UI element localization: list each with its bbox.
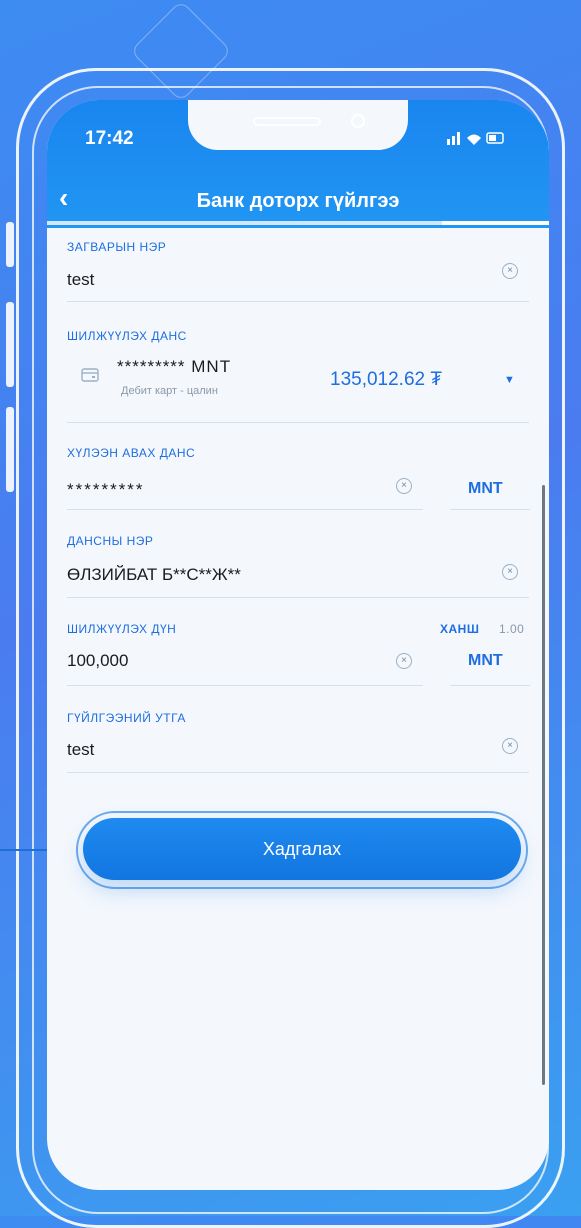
status-signal-wifi-battery-icon — [447, 130, 507, 149]
phone-side-button — [6, 407, 14, 492]
from-account-description: Дебит карт - цалин — [121, 385, 218, 397]
amount-currency[interactable]: MNT — [468, 652, 503, 670]
exchange-rate-label: ХАНШ — [440, 622, 480, 636]
divider — [67, 422, 529, 423]
camera-icon — [351, 114, 365, 128]
description-input[interactable]: test — [67, 740, 94, 760]
amount-input[interactable]: 100,000 — [67, 651, 128, 671]
template-name-input[interactable]: test — [67, 270, 94, 290]
divider — [67, 597, 529, 598]
clear-amount-icon[interactable]: × — [396, 653, 412, 669]
divider — [67, 301, 529, 302]
page-title: Банк доторх гүйлгээ — [196, 190, 400, 212]
status-time: 17:42 — [85, 128, 134, 149]
clear-to-account-icon[interactable]: × — [396, 478, 412, 494]
app-header: 17:42 ‹ Банк доторх гүйлгээ — [47, 100, 549, 228]
divider — [450, 509, 530, 510]
divider — [67, 685, 423, 686]
exchange-rate-value: 1.00 — [499, 622, 525, 636]
from-account-balance: 135,012.62 ₮ — [330, 369, 442, 390]
account-name-label: ДАНСНЫ НЭР — [67, 534, 154, 548]
to-account-currency[interactable]: MNT — [468, 480, 503, 498]
chevron-down-icon[interactable]: ▼ — [504, 374, 515, 386]
description-label: ГҮЙЛГЭЭНИЙ УТГА — [67, 711, 186, 725]
clear-template-name-icon[interactable]: × — [502, 263, 518, 279]
save-button[interactable]: Хадгалах — [83, 818, 521, 880]
from-account-label: ШИЛЖҮҮЛЭХ ДАНС — [67, 329, 187, 343]
phone-screen: 17:42 ‹ Банк доторх гүйлгээ ЗАГВАРЫН НЭР… — [47, 100, 549, 1190]
scrollbar[interactable] — [542, 485, 545, 1085]
account-name-field: ӨЛЗИЙБАТ Б**С**Ж** — [67, 565, 241, 584]
phone-side-button — [6, 302, 14, 387]
header-underline-active — [442, 221, 549, 225]
card-icon — [81, 367, 99, 388]
clear-account-name-icon[interactable]: × — [502, 564, 518, 580]
divider — [67, 772, 529, 773]
amount-label: ШИЛЖҮҮЛЭХ ДҮН — [67, 622, 177, 636]
speaker-icon — [253, 117, 321, 126]
clear-description-icon[interactable]: × — [502, 738, 518, 754]
from-account-selector[interactable]: ********* MNT Дебит карт - цалин 135,012… — [67, 355, 529, 415]
to-account-label: ХҮЛЭЭН АВАХ ДАНС — [67, 446, 196, 460]
template-name-label: ЗАГВАРЫН НЭР — [67, 240, 167, 254]
phone-side-button — [6, 222, 14, 267]
divider — [67, 509, 423, 510]
divider — [450, 685, 530, 686]
from-account-number: ********* MNT — [117, 357, 232, 376]
to-account-input[interactable]: ********* — [67, 480, 145, 500]
